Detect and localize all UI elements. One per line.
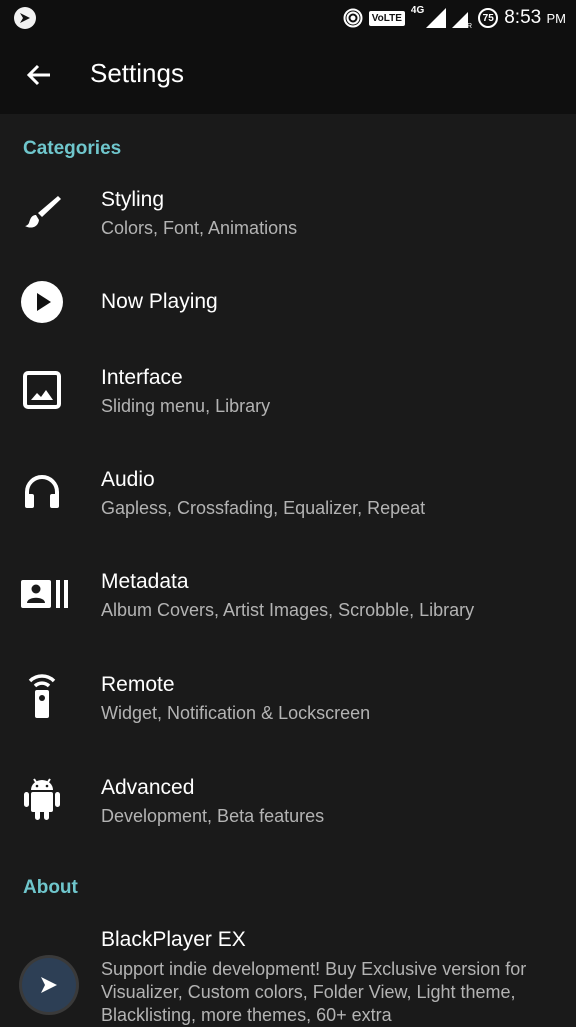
- item-title: Metadata: [101, 570, 189, 593]
- about-item-blackplayer-ex[interactable]: BlackPlayer EX Support indie development…: [0, 920, 576, 1025]
- item-subtitle: Album Covers, Artist Images, Scrobble, L…: [101, 600, 475, 620]
- contact-card-icon: [20, 572, 70, 616]
- android-icon: [20, 776, 64, 820]
- item-title: Styling: [101, 188, 165, 211]
- item-subtitle: Gapless, Crossfading, Equalizer, Repeat: [101, 498, 426, 518]
- settings-item-styling[interactable]: Styling Colors, Font, Animations: [0, 180, 576, 260]
- blackplayer-app-icon: [22, 958, 76, 1012]
- brush-icon: [20, 190, 64, 234]
- hotspot-icon: [343, 8, 363, 28]
- page-title: Settings: [90, 58, 184, 88]
- svg-text:R: R: [467, 23, 472, 28]
- battery-indicator: 75: [478, 8, 499, 28]
- settings-item-interface[interactable]: Interface Sliding menu, Library: [0, 358, 576, 438]
- toolbar: Settings: [0, 36, 576, 114]
- item-subtitle: Widget, Notification & Lockscreen: [101, 703, 371, 723]
- headphones-icon: [20, 470, 64, 514]
- back-arrow-icon: [26, 64, 50, 86]
- signal-roaming-icon: R: [452, 12, 472, 28]
- settings-item-audio[interactable]: Audio Gapless, Crossfading, Equalizer, R…: [0, 460, 576, 540]
- network-type-label: 4G: [410, 5, 425, 16]
- settings-item-advanced[interactable]: Advanced Development, Beta features: [0, 768, 576, 848]
- clock-ampm: PM: [546, 11, 567, 26]
- play-circle-icon: [20, 280, 64, 324]
- remote-icon: [20, 673, 64, 718]
- item-subtitle: Development, Beta features: [101, 806, 325, 826]
- item-title: Advanced: [101, 776, 195, 799]
- settings-item-metadata[interactable]: Metadata Album Covers, Artist Images, Sc…: [0, 562, 576, 642]
- image-icon: [20, 368, 64, 412]
- item-title: Interface: [101, 366, 183, 389]
- volte-badge: VoLTE: [368, 10, 405, 26]
- section-header-about: About: [23, 877, 78, 898]
- item-subtitle: Sliding menu, Library: [101, 396, 271, 416]
- item-title: Audio: [101, 468, 155, 491]
- blackplayer-notification-icon: [14, 7, 36, 29]
- item-title: Remote: [101, 673, 175, 696]
- status-bar: VoLTE 4G R 75 8:53 PM: [0, 0, 576, 36]
- signal-icon: [426, 8, 447, 28]
- section-header-categories: Categories: [23, 138, 122, 159]
- settings-item-remote[interactable]: Remote Widget, Notification & Lockscreen: [0, 665, 576, 745]
- clock-time: 8:53: [504, 7, 542, 28]
- item-subtitle: Colors, Font, Animations: [101, 218, 298, 238]
- back-button[interactable]: [24, 60, 54, 90]
- settings-item-now-playing[interactable]: Now Playing: [0, 270, 576, 340]
- item-title: Now Playing: [101, 290, 218, 313]
- clock: 8:53 PM: [504, 7, 566, 29]
- item-title: BlackPlayer EX: [101, 928, 246, 951]
- item-subtitle: Support indie development! Buy Exclusive…: [101, 959, 527, 1025]
